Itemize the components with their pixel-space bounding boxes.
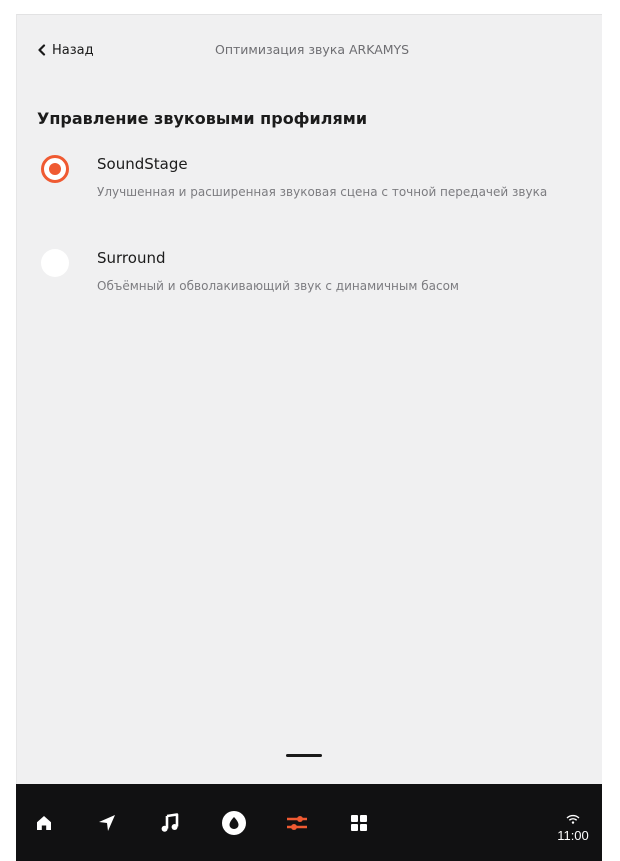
header: Назад Оптимизация звука ARKAMYS xyxy=(17,15,603,87)
settings-sliders-icon xyxy=(287,815,307,830)
home-icon xyxy=(37,815,51,830)
option-description: Объёмный и обволакивающий звук с динамич… xyxy=(97,279,459,293)
wifi-icon xyxy=(566,814,580,824)
back-label: Назад xyxy=(52,42,94,58)
nav-music[interactable] xyxy=(140,784,200,861)
option-label: Surround xyxy=(97,249,166,267)
page-title: Оптимизация звука ARKAMYS xyxy=(215,42,410,57)
navigation-arrow-icon xyxy=(99,814,115,831)
radio-surround[interactable] xyxy=(41,249,69,277)
screen: Назад Оптимизация звука ARKAMYS Управлен… xyxy=(0,0,620,861)
time-label: 11:00 xyxy=(557,828,589,843)
bottom-navbar: 11:00 xyxy=(16,784,602,861)
music-note-icon xyxy=(161,812,179,832)
nav-settings[interactable] xyxy=(267,784,327,861)
option-label: SoundStage xyxy=(97,155,188,173)
back-button[interactable]: Назад xyxy=(37,39,94,61)
nav-home[interactable] xyxy=(14,784,74,861)
home-indicator[interactable] xyxy=(286,754,322,757)
apps-grid-icon xyxy=(351,814,367,831)
settings-panel: Назад Оптимизация звука ARKAMYS Управлен… xyxy=(16,14,602,784)
nav-apps[interactable] xyxy=(329,784,389,861)
option-description: Улучшенная и расширенная звуковая сцена … xyxy=(97,185,548,199)
status-clock: 11:00 xyxy=(549,812,597,843)
radio-soundstage[interactable] xyxy=(41,155,69,183)
alice-assistant-icon xyxy=(222,810,246,835)
nav-navigation[interactable] xyxy=(77,784,137,861)
nav-alice[interactable] xyxy=(204,784,264,861)
chevron-left-icon xyxy=(38,44,46,56)
section-title: Управление звуковыми профилями xyxy=(37,109,368,128)
